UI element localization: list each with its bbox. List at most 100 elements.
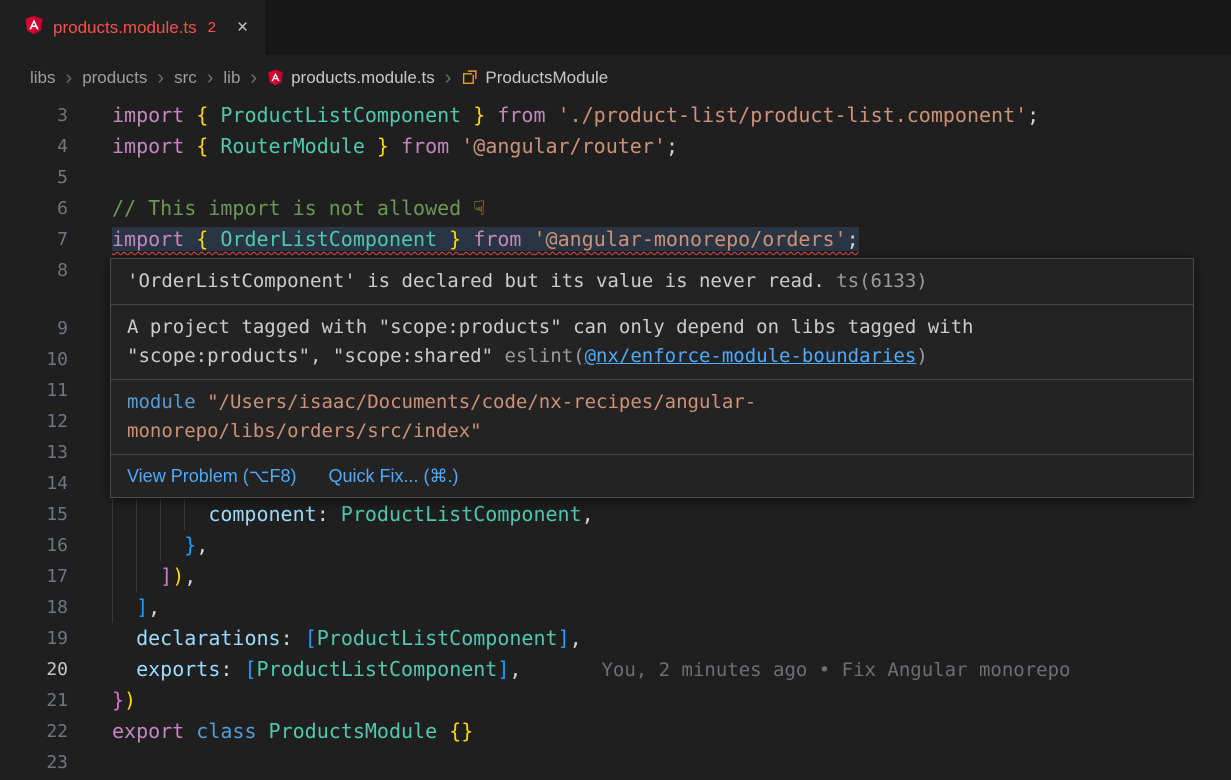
tab-bar: products.module.ts 2 × — [0, 0, 1231, 55]
line-number: 4 — [0, 131, 90, 162]
code-line[interactable]: export class ProductsModule {} — [90, 716, 1231, 747]
code-token — [112, 657, 136, 681]
code-token: '@angular-monorepo/orders' — [533, 227, 846, 251]
breadcrumb-item-lib[interactable]: lib — [223, 68, 240, 88]
line-number: 6 — [0, 193, 90, 224]
git-blame-annotation: You, 2 minutes ago • Fix Angular monorep… — [601, 659, 1070, 681]
code-row: 17]), — [0, 561, 1231, 592]
breadcrumb-separator-icon: › — [250, 68, 257, 88]
code-row: 20 exports: [ProductListComponent],You, … — [0, 654, 1231, 685]
code-token: RouterModule — [220, 134, 365, 158]
breadcrumb-symbol-label: ProductsModule — [485, 68, 608, 88]
code-line[interactable]: declarations: [ProductListComponent], — [90, 623, 1231, 654]
line-number: 23 — [0, 747, 90, 778]
tab-products-module[interactable]: products.module.ts 2 × — [0, 0, 267, 55]
line-number: 8 — [0, 255, 90, 286]
code-token: } — [461, 103, 485, 127]
code-token: "scope:products", "scope:shared" — [127, 345, 505, 367]
code-line[interactable]: import { OrderListComponent } from '@ang… — [90, 224, 1231, 255]
code-line[interactable]: }, — [90, 530, 1231, 561]
code-token: , — [582, 502, 594, 526]
code-token: ) — [124, 688, 136, 712]
hover-section: 'OrderListComponent' is declared but its… — [111, 259, 1193, 305]
line-number: 22 — [0, 716, 90, 747]
hover-section: module "/Users/isaac/Documents/code/nx-r… — [111, 380, 1193, 455]
line-number: 5 — [0, 162, 90, 193]
hover-message-line: 'OrderListComponent' is declared but its… — [127, 267, 1177, 296]
code-token: monorepo/libs/orders/src/index" — [127, 420, 482, 442]
code-line[interactable]: exports: [ProductListComponent],You, 2 m… — [90, 654, 1231, 685]
tab-close-icon[interactable]: × — [237, 17, 248, 39]
code-token: class — [196, 719, 268, 743]
code-line[interactable]: import { RouterModule } from '@angular/r… — [90, 131, 1231, 162]
code-token: from — [485, 103, 557, 127]
indent-guide — [136, 499, 160, 530]
code-line[interactable]: // This import is not allowed ☟ — [90, 193, 1231, 224]
breadcrumb-item-libs[interactable]: libs — [30, 68, 56, 88]
indent-guide — [112, 499, 136, 530]
eslint-rule-link[interactable]: @nx/enforce-module-boundaries — [585, 345, 917, 367]
error-hover-popup: 'OrderListComponent' is declared but its… — [110, 258, 1194, 498]
indent-guide — [184, 499, 208, 530]
code-line[interactable]: ], — [90, 592, 1231, 623]
hover-message-line: A project tagged with "scope:products" c… — [127, 313, 1177, 342]
code-token: declarations — [136, 626, 281, 650]
code-token: , — [509, 657, 521, 681]
breadcrumb-item-symbol[interactable]: ProductsModule — [461, 68, 608, 88]
code-token: ts(6133) — [825, 270, 928, 292]
code-token: component — [208, 502, 316, 526]
code-token: ] — [136, 595, 148, 619]
code-token: from — [389, 134, 461, 158]
code-token: { — [196, 227, 220, 251]
code-token: import — [112, 103, 196, 127]
code-token: , — [196, 533, 208, 557]
indent-guide — [160, 530, 184, 561]
code-row: 4import { RouterModule } from '@angular/… — [0, 131, 1231, 162]
tab-error-count-badge: 2 — [208, 19, 216, 36]
hover-message-line: module "/Users/isaac/Documents/code/nx-r… — [127, 388, 1177, 417]
breadcrumb: libs › products › src › lib › products.m… — [0, 55, 1231, 100]
code-token: ProductListComponent — [220, 103, 461, 127]
code-token: } — [112, 688, 124, 712]
breadcrumb-separator-icon: › — [207, 68, 214, 88]
breadcrumb-separator-icon: › — [157, 68, 164, 88]
code-token: './product-list/product-list.component' — [558, 103, 1028, 127]
code-token: { — [196, 134, 220, 158]
view-problem-action[interactable]: View Problem (⌥F8) — [127, 463, 296, 489]
code-token: "/Users/isaac/Documents/code/nx-recipes/… — [196, 391, 757, 413]
code-row: 19 declarations: [ProductListComponent], — [0, 623, 1231, 654]
code-line[interactable]: import { ProductListComponent } from './… — [90, 100, 1231, 131]
line-number: 11 — [0, 375, 90, 406]
code-token: : — [281, 626, 305, 650]
code-token: , — [570, 626, 582, 650]
code-token: } — [365, 134, 389, 158]
hover-message-line: monorepo/libs/orders/src/index" — [127, 417, 1177, 446]
code-token: ) — [916, 345, 927, 367]
code-row: 15component: ProductListComponent, — [0, 499, 1231, 530]
code-token: // This import is not allowed — [112, 196, 473, 220]
code-token: ProductListComponent — [257, 657, 498, 681]
breadcrumb-item-products[interactable]: products — [82, 68, 147, 88]
code-line[interactable] — [90, 162, 1231, 193]
code-token: ; — [847, 227, 859, 251]
code-token: {} — [449, 719, 473, 743]
line-number: 16 — [0, 530, 90, 561]
breadcrumb-file-label: products.module.ts — [291, 68, 435, 88]
code-row: 21}) — [0, 685, 1231, 716]
code-token: ; — [666, 134, 678, 158]
code-line[interactable] — [90, 747, 1231, 778]
code-line[interactable]: ]), — [90, 561, 1231, 592]
line-number: 3 — [0, 100, 90, 131]
breadcrumb-item-src[interactable]: src — [174, 68, 197, 88]
quick-fix-action[interactable]: Quick Fix... (⌘.) — [328, 463, 458, 489]
code-line[interactable]: }) — [90, 685, 1231, 716]
code-token: ProductListComponent — [341, 502, 582, 526]
breadcrumb-item-file[interactable]: products.module.ts — [267, 68, 435, 88]
code-line[interactable]: component: ProductListComponent, — [90, 499, 1231, 530]
code-token: , — [148, 595, 160, 619]
code-row: 23 — [0, 747, 1231, 778]
line-number: 18 — [0, 592, 90, 623]
editor: 3import { ProductListComponent } from '.… — [0, 100, 1231, 778]
code-token: } — [184, 533, 196, 557]
class-symbol-icon — [461, 69, 478, 86]
